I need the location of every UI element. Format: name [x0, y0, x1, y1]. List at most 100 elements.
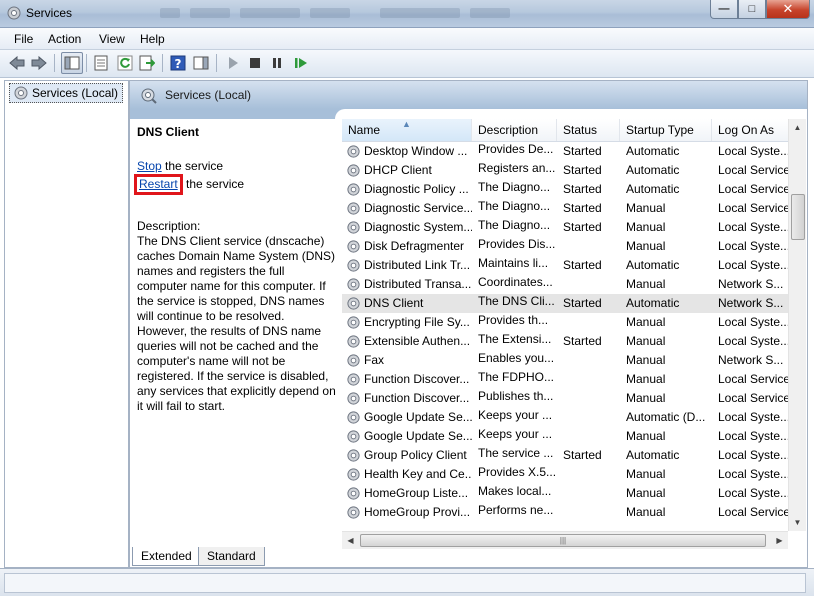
start-service-icon[interactable]	[224, 54, 242, 72]
scroll-up-arrow-icon[interactable]: ▲	[789, 119, 806, 136]
vertical-scroll-thumb[interactable]	[791, 194, 805, 240]
table-row[interactable]: Function Discover... The FDPHO... Manual Lo…	[342, 370, 790, 389]
list-rows: Desktop Window ... Provides De... Started A…	[342, 142, 790, 522]
service-startup-cell: Manual	[626, 334, 666, 348]
column-header-log-on-as[interactable]: Log On As	[712, 119, 788, 141]
service-name-cell: Group Policy Client	[364, 448, 467, 462]
service-name-cell: Function Discover...	[364, 391, 470, 405]
export-list-icon[interactable]	[138, 54, 156, 72]
table-row[interactable]: DHCP Client Registers an... Started Automat…	[342, 161, 790, 180]
menu-help[interactable]: Help	[140, 32, 165, 46]
service-name-cell: Fax	[364, 353, 385, 367]
service-gear-icon	[347, 468, 360, 481]
service-startup-cell: Manual	[626, 505, 666, 519]
status-bar-cell	[4, 573, 806, 593]
service-logon-cell: Network S...	[718, 296, 784, 310]
tree-item-services-local[interactable]: Services (Local)	[9, 83, 124, 103]
table-row[interactable]: Google Update Se... Keeps your ... Manual L…	[342, 427, 790, 446]
table-row[interactable]: HomeGroup Provi... Performs ne... Manual Lo…	[342, 503, 790, 522]
service-name-cell: Google Update Se...	[364, 410, 472, 424]
service-startup-cell: Manual	[626, 277, 666, 291]
window-title: Services	[26, 6, 73, 20]
horizontal-scroll-thumb[interactable]: |||	[360, 534, 766, 547]
table-row[interactable]: Distributed Link Tr... Maintains li... Sta…	[342, 256, 790, 275]
service-name-cell: Health Key and Ce...	[364, 467, 472, 481]
vertical-scrollbar[interactable]: ▲ ▼	[788, 119, 806, 531]
service-name-cell: Function Discover...	[364, 372, 470, 386]
service-description-cell: The Extensi...	[478, 332, 552, 346]
maximize-button[interactable]: □	[738, 0, 766, 19]
service-logon-cell: Local Syste...	[718, 486, 790, 500]
menu-view[interactable]: View	[99, 32, 125, 46]
service-logon-cell: Local Service	[718, 505, 790, 519]
service-logon-cell: Network S...	[718, 353, 784, 367]
service-gear-icon	[347, 297, 360, 310]
stop-service-link[interactable]: Stop	[137, 159, 162, 173]
service-description-cell: Keeps your ...	[478, 427, 553, 441]
menu-action[interactable]: Action	[48, 32, 81, 46]
service-startup-cell: Automatic	[626, 163, 680, 177]
description-text: The DNS Client service (dnscache) caches…	[137, 234, 336, 413]
show-hide-console-tree-icon[interactable]	[61, 52, 83, 74]
table-row[interactable]: DNS Client The DNS Cli... Started Automatic…	[342, 294, 788, 313]
refresh-icon[interactable]	[116, 54, 134, 72]
restart-service-link[interactable]: Restart	[139, 177, 178, 191]
details-panel: DNS Client Stop the service Restart the …	[134, 125, 337, 413]
service-logon-cell: Local Service	[718, 182, 790, 196]
close-button[interactable]: ✕	[766, 0, 810, 19]
tab-extended[interactable]: Extended	[132, 547, 201, 566]
service-gear-icon	[347, 373, 360, 386]
service-description-cell: Publishes th...	[478, 389, 554, 403]
table-row[interactable]: Function Discover... Publishes th... Manua…	[342, 389, 790, 408]
properties-sheet-icon[interactable]	[92, 54, 110, 72]
stop-service-icon[interactable]	[246, 54, 264, 72]
table-row[interactable]: HomeGroup Liste... Makes local... Manual Lo…	[342, 484, 790, 503]
service-status-cell: Started	[563, 220, 602, 234]
table-row[interactable]: Distributed Transa... Coordinates... Manua…	[342, 275, 788, 294]
service-gear-icon	[347, 506, 360, 519]
service-status-cell: Started	[563, 201, 602, 215]
service-logon-cell: Local Syste...	[718, 144, 790, 158]
table-row[interactable]: Diagnostic Policy ... The Diagno... Starte…	[342, 180, 790, 199]
column-header-status[interactable]: Status	[557, 119, 620, 141]
service-startup-cell: Manual	[626, 220, 666, 234]
table-row[interactable]: Extensible Authen... The Extensi... Starte…	[342, 332, 790, 351]
services-gear-icon	[14, 86, 28, 100]
service-startup-cell: Automatic	[626, 144, 680, 158]
service-status-cell: Started	[563, 258, 602, 272]
blurred-taskbar-ghost	[160, 8, 180, 18]
table-row[interactable]: Disk Defragmenter Provides Dis... Manual Lo…	[342, 237, 790, 256]
menu-file[interactable]: File	[14, 32, 33, 46]
service-status-cell: Started	[563, 182, 602, 196]
minimize-button[interactable]: —	[710, 0, 738, 19]
table-row[interactable]: Health Key and Ce... Provides X.5... Manua…	[342, 465, 790, 484]
column-header-startup-type[interactable]: Startup Type	[620, 119, 712, 141]
table-row[interactable]: Fax Enables you... Manual Network S...	[342, 351, 788, 370]
service-gear-icon	[347, 354, 360, 367]
table-row[interactable]: Diagnostic Service... The Diagno... Starte…	[342, 199, 790, 218]
scroll-down-arrow-icon[interactable]: ▼	[789, 514, 806, 531]
service-startup-cell: Automatic	[626, 258, 680, 272]
horizontal-scrollbar[interactable]: ◀ ||| ▶	[342, 531, 788, 549]
list-header: ▲ Name Description Status Startup Type Lo…	[342, 119, 788, 142]
table-row[interactable]: Desktop Window ... Provides De... Started A…	[342, 142, 790, 161]
service-status-cell: Started	[563, 296, 602, 310]
table-row[interactable]: Google Update Se... Keeps your ... Automat…	[342, 408, 790, 427]
restart-service-icon[interactable]	[292, 54, 310, 72]
service-startup-cell: Manual	[626, 315, 666, 329]
back-arrow-icon[interactable]	[8, 54, 26, 72]
table-row[interactable]: Encrypting File Sy... Provides th... Manua…	[342, 313, 790, 332]
table-row[interactable]: Diagnostic System... The Diagno... Started…	[342, 218, 790, 237]
show-hide-action-pane-icon[interactable]	[192, 54, 210, 72]
help-icon[interactable]: ?	[169, 54, 187, 72]
column-header-description[interactable]: Description	[472, 119, 557, 141]
scroll-right-arrow-icon[interactable]: ▶	[771, 532, 788, 549]
column-header-name[interactable]: ▲ Name	[342, 119, 472, 141]
service-name-cell: HomeGroup Liste...	[364, 486, 469, 500]
scroll-left-arrow-icon[interactable]: ◀	[342, 532, 359, 549]
table-row[interactable]: Group Policy Client The service ... Starte…	[342, 446, 790, 465]
forward-arrow-icon[interactable]	[30, 54, 48, 72]
tab-standard[interactable]: Standard	[198, 547, 265, 566]
service-description-cell: Provides De...	[478, 142, 554, 156]
pause-service-icon[interactable]	[268, 54, 286, 72]
